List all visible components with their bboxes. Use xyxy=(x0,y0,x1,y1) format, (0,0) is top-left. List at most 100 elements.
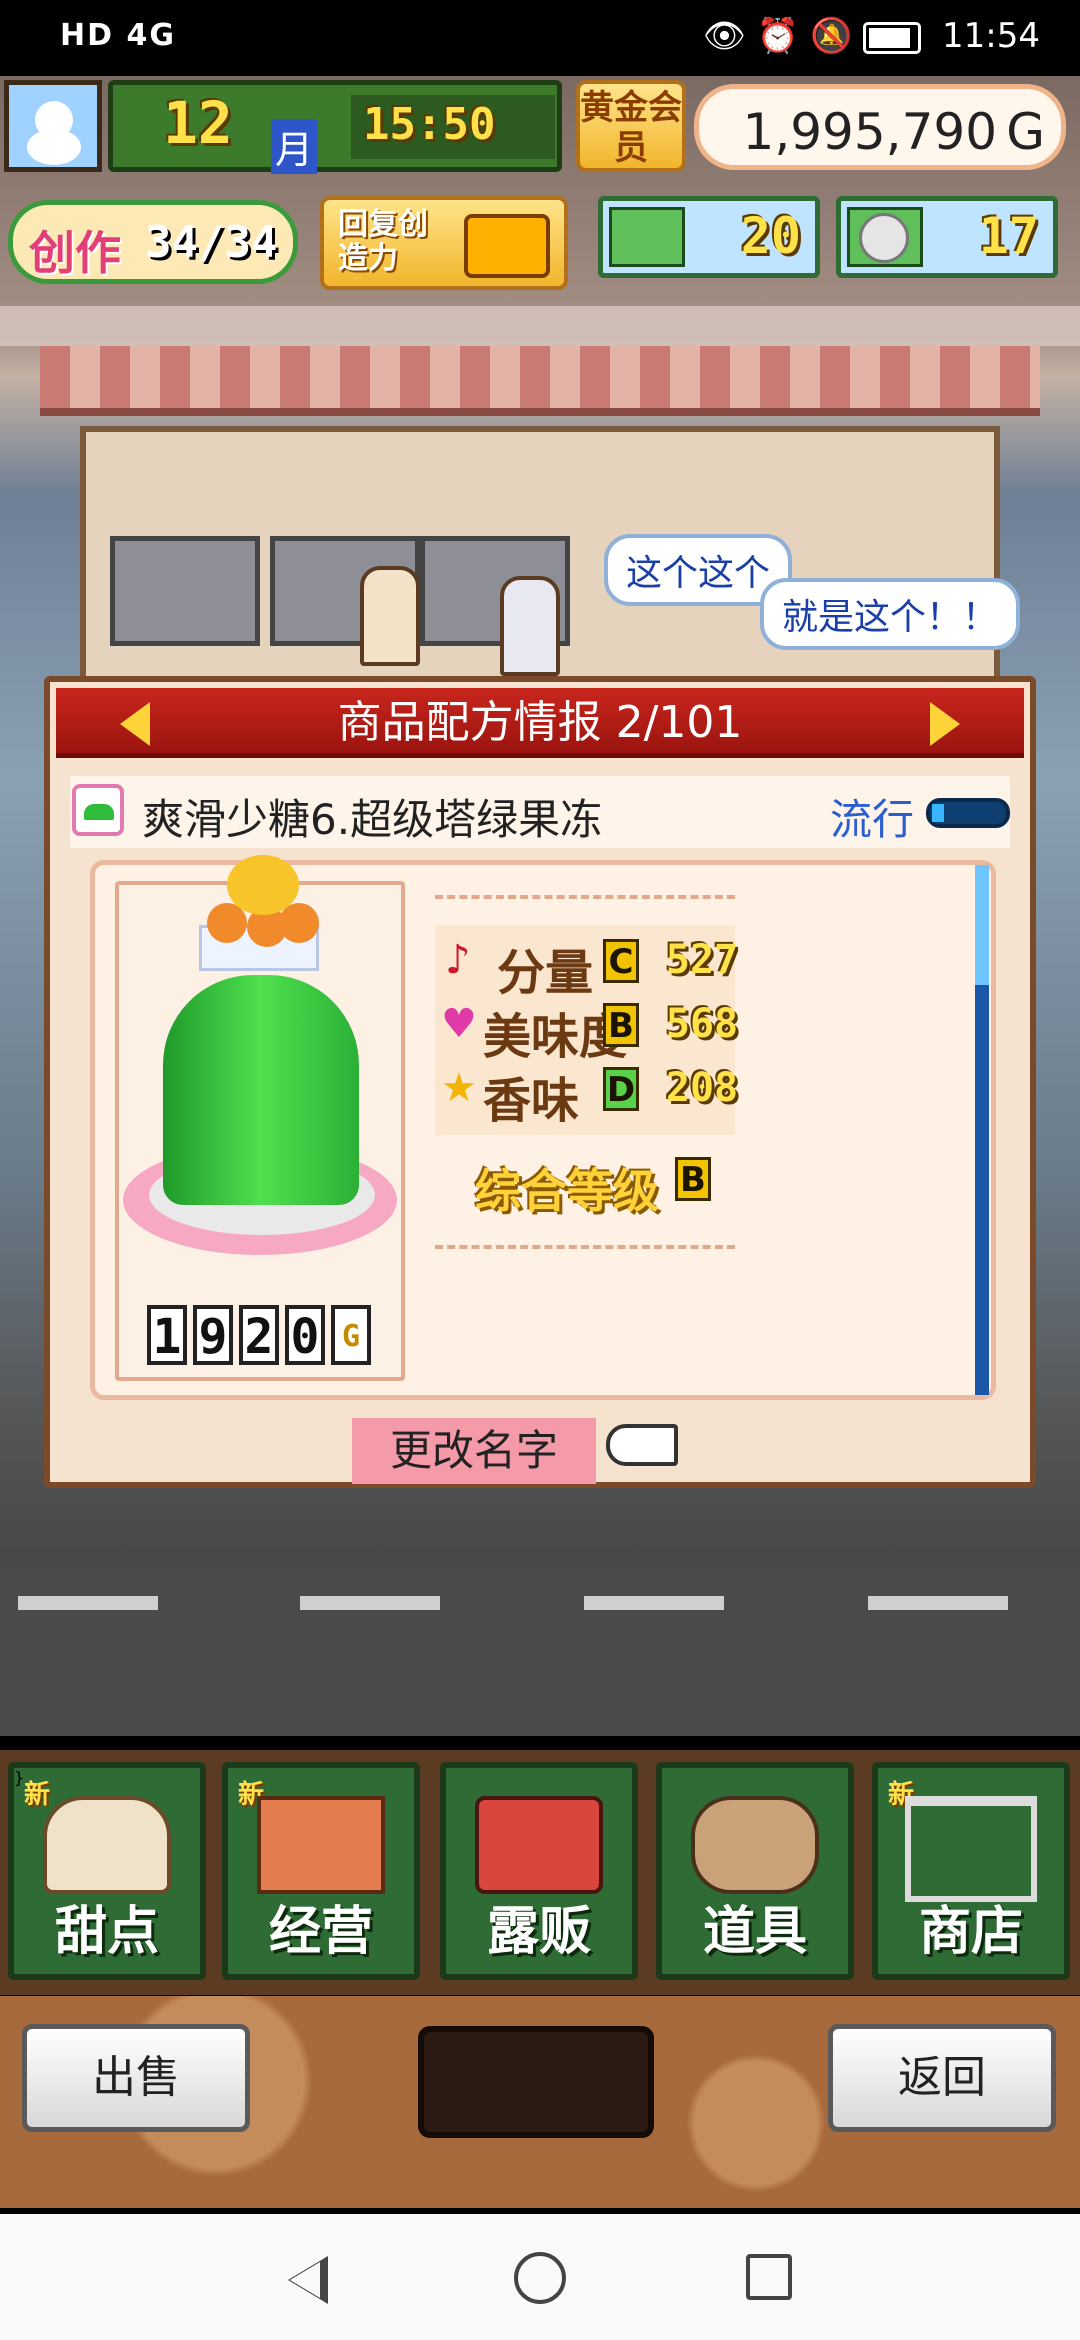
music-note-icon: ♪ xyxy=(445,937,471,983)
sell-button[interactable]: 出售 xyxy=(22,2024,250,2132)
overall-rating-label: 综合等级 xyxy=(475,1164,659,1218)
money-display: 1,995,790 G xyxy=(694,84,1066,170)
trend-bar xyxy=(926,798,1010,828)
road-line xyxy=(300,1596,440,1610)
medal-count: 17 xyxy=(978,207,1039,265)
dialog-title: 商品配方情报 2/101 xyxy=(56,688,1024,758)
status-bar: HD 4G 👁 ⏰ 🔕 11:54 xyxy=(0,0,1080,76)
mute-icon: 🔕 xyxy=(810,16,853,56)
stat-grade-aroma: D xyxy=(603,1067,639,1111)
menu-label: 露贩 xyxy=(486,1902,591,1962)
create-counter: 创作 34/34 xyxy=(8,200,298,284)
main-menu-bar: 新 甜点 } 新 经营 露贩 道具 新 商店 xyxy=(0,1750,1080,1995)
road xyxy=(0,1566,1080,1736)
menu-label: 道具 xyxy=(702,1902,807,1962)
jelly-category-icon xyxy=(72,784,124,836)
month-number: 12 xyxy=(163,89,233,157)
price-digit: 9 xyxy=(193,1305,233,1365)
chef-character xyxy=(360,566,420,666)
green-jelly xyxy=(163,975,359,1205)
recipe-panel: 1 9 2 0 G ♪ 分量 C 527 ♥ 美味度 B 568 ★ 香味 D … xyxy=(90,855,996,1400)
rename-button[interactable]: 更改名字 xyxy=(352,1418,596,1484)
gear-sack-icon xyxy=(691,1796,819,1894)
overall-grade: B xyxy=(675,1157,711,1201)
stats-box: ♪ 分量 C 527 ♥ 美味度 B 568 ★ 香味 D 208 xyxy=(435,925,738,1135)
trend-label: 流行 xyxy=(830,795,915,844)
road-line xyxy=(18,1596,158,1610)
menu-label: 经营 xyxy=(268,1902,373,1962)
back-button[interactable]: 返回 xyxy=(828,2024,1056,2132)
player-avatar[interactable] xyxy=(4,80,102,172)
recipe-info-dialog: 商品配方情报 2/101 爽滑少糖6.超级塔绿果冻 流行 1 9 2 0 G ♪… xyxy=(44,676,1036,1488)
restore-label: 回复创造力 xyxy=(338,207,428,276)
ticket-icon xyxy=(609,207,685,267)
food-truck-icon xyxy=(475,1796,603,1894)
next-arrow-icon[interactable] xyxy=(930,702,960,746)
shop-awning xyxy=(40,346,1040,416)
gold-member-badge[interactable]: 黄金会员 xyxy=(576,80,686,172)
price-digit: 2 xyxy=(239,1305,279,1365)
new-badge: 新 xyxy=(24,1780,51,1810)
month-unit: 月 xyxy=(271,119,318,174)
money-unit: G xyxy=(1006,103,1045,161)
date-time-panel: 12 月 15:50 xyxy=(108,80,562,174)
system-nav-bar xyxy=(0,2214,1080,2340)
product-image-box: 1 9 2 0 G xyxy=(115,855,405,1381)
price-digit: 0 xyxy=(285,1305,325,1365)
tv-icon xyxy=(464,214,550,278)
stat-grade-taste: B xyxy=(603,1003,639,1047)
stat-value-taste: 568 xyxy=(665,1001,739,1047)
empty-slot xyxy=(418,2026,654,2138)
ticket-count: 20 xyxy=(740,207,801,265)
scrollbar[interactable] xyxy=(975,865,989,1395)
eye-icon: 👁 xyxy=(702,16,747,56)
product-name: 爽滑少糖6.超级塔绿果冻 xyxy=(142,795,603,844)
star-icon: ★ xyxy=(441,1065,477,1111)
action-bar: 出售 返回 xyxy=(0,1996,1080,2208)
speech-bubble: 就是这个！！ xyxy=(760,578,1021,650)
stat-label-quantity: 分量 xyxy=(497,945,594,1001)
alarm-icon: ⏰ xyxy=(756,16,800,56)
money-amount: 1,995,790 xyxy=(742,103,997,161)
battery-icon xyxy=(863,21,922,54)
bread-shelf xyxy=(110,536,260,646)
prev-arrow-icon[interactable] xyxy=(120,702,150,746)
menu-desserts[interactable]: 新 甜点 } xyxy=(8,1762,206,1980)
cake-icon xyxy=(43,1796,171,1894)
menu-street-stall[interactable]: 露贩 xyxy=(440,1762,638,1980)
network-icons: HD 4G xyxy=(60,18,176,53)
shopping-cart-icon xyxy=(905,1796,1037,1902)
medal-counter[interactable]: 17 xyxy=(836,196,1058,278)
nav-recents-icon[interactable] xyxy=(746,2254,792,2300)
medal-icon xyxy=(859,213,909,263)
stat-value-aroma: 208 xyxy=(665,1065,739,1111)
mango-topping xyxy=(227,855,299,915)
price-unit: G xyxy=(331,1305,371,1365)
create-count: 34/34 xyxy=(145,217,278,268)
stat-grade-quantity: C xyxy=(603,939,639,983)
game-clock: 15:50 xyxy=(363,99,496,150)
menu-store[interactable]: 新 商店 xyxy=(872,1762,1070,1980)
road-line xyxy=(584,1596,724,1610)
price-digit: 1 xyxy=(147,1305,187,1365)
heart-icon: ♥ xyxy=(441,1001,477,1047)
road-line xyxy=(868,1596,1008,1610)
nav-home-icon[interactable] xyxy=(514,2252,566,2304)
stat-label-aroma: 香味 xyxy=(483,1073,580,1129)
ticket-counter[interactable]: 20 xyxy=(598,196,820,278)
shop-building-icon xyxy=(257,1796,385,1894)
clock-time: 11:54 xyxy=(942,16,1040,56)
restore-creativity-button[interactable]: 回复创造力 xyxy=(320,196,568,290)
snow-roof xyxy=(0,306,1080,346)
stat-value-quantity: 527 xyxy=(665,937,739,983)
chef-character xyxy=(500,576,560,676)
menu-label: 商店 xyxy=(918,1902,1023,1962)
menu-label: 甜点 xyxy=(54,1902,159,1962)
product-name-row: 爽滑少糖6.超级塔绿果冻 流行 xyxy=(70,776,1010,848)
scroll-thumb[interactable] xyxy=(975,865,989,985)
menu-items[interactable]: 道具 xyxy=(656,1762,854,1980)
menu-management[interactable]: 新 经营 xyxy=(222,1762,420,1980)
create-label: 创作 xyxy=(29,226,121,280)
status-right: 👁 ⏰ 🔕 11:54 xyxy=(703,16,1040,56)
pointing-hand-icon xyxy=(606,1424,678,1466)
